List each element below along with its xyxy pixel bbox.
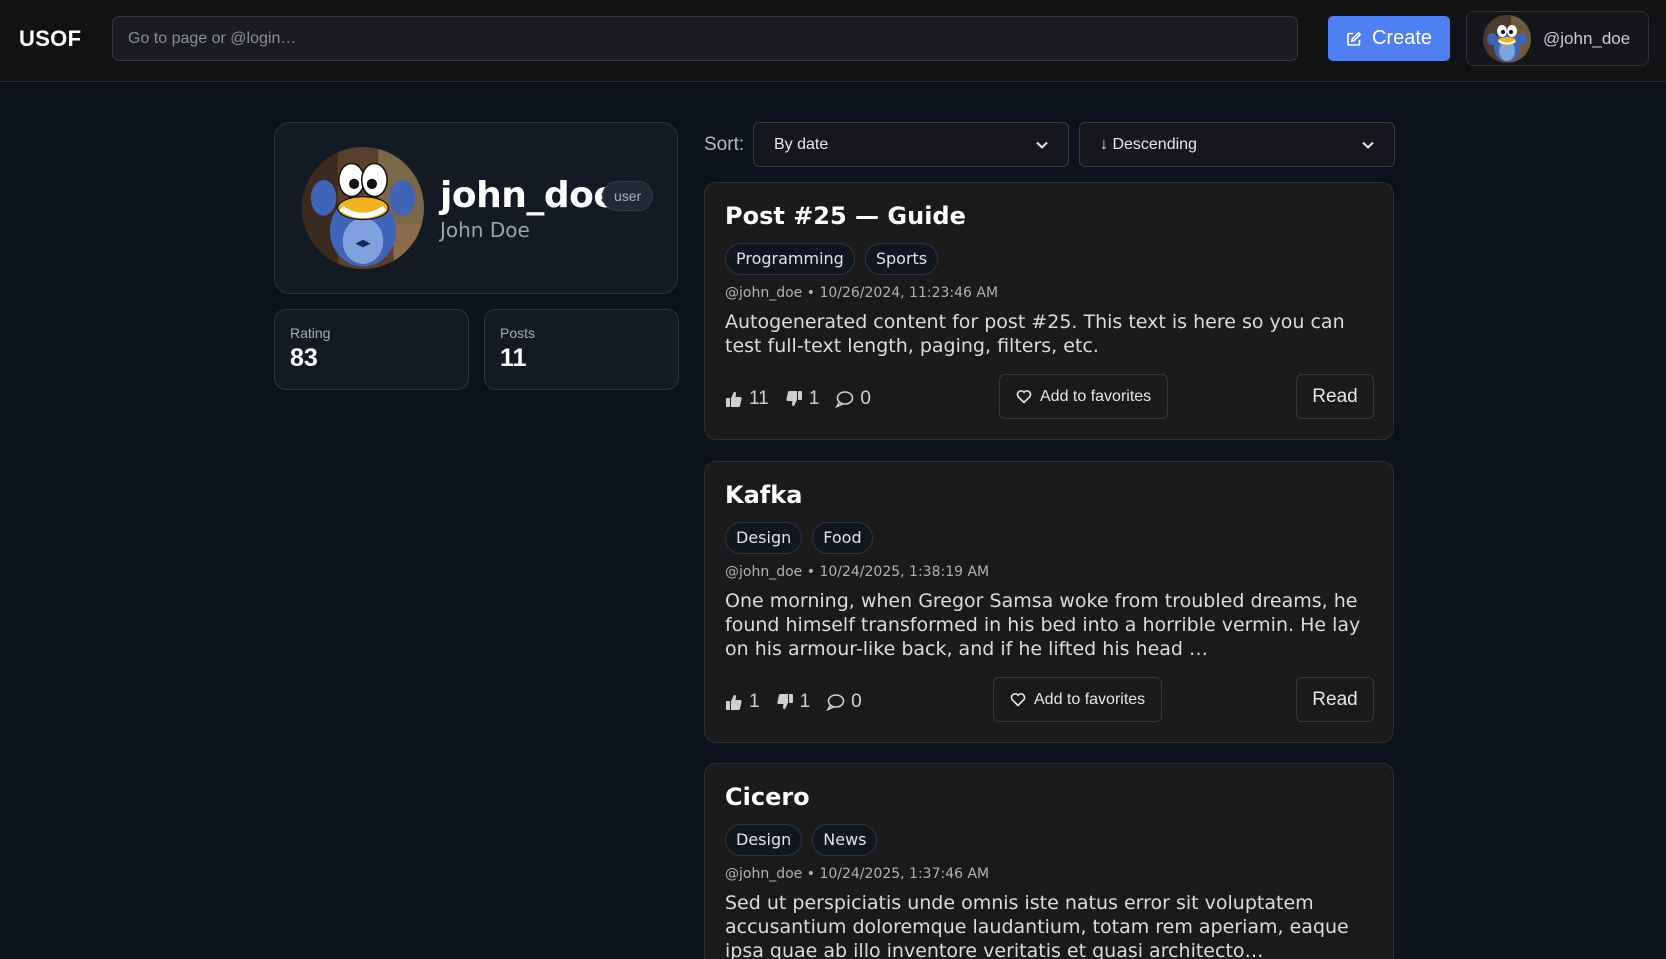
- heart-icon: [1010, 692, 1026, 707]
- add-to-favorites-button[interactable]: Add to favorites: [999, 374, 1169, 419]
- sort-field-value: By date: [774, 135, 829, 153]
- tag[interactable]: Design: [725, 824, 803, 856]
- like-button[interactable]: 11: [725, 388, 769, 410]
- avatar: [1483, 14, 1531, 63]
- post-title[interactable]: Post #25 — Guide: [725, 202, 966, 230]
- edit-icon: [1346, 31, 1362, 47]
- chevron-down-icon: [1036, 141, 1048, 149]
- post-author[interactable]: @john_doe: [725, 866, 802, 882]
- posts-label: Posts: [500, 325, 536, 341]
- post-reactions: 1 1 0: [725, 691, 862, 713]
- post-tags: Programming Sports: [725, 243, 939, 275]
- tag[interactable]: Sports: [864, 243, 939, 275]
- profile-card: john_doe user John Doe: [274, 122, 678, 294]
- comments-button[interactable]: 0: [826, 691, 862, 713]
- search-input[interactable]: [112, 16, 1298, 61]
- post-reactions: 11 1 0: [725, 388, 871, 410]
- read-button[interactable]: Read: [1296, 374, 1374, 419]
- like-count: 11: [749, 388, 769, 409]
- thumbs-up-icon: [725, 693, 743, 711]
- tag[interactable]: News: [812, 824, 878, 856]
- post-excerpt: Sed ut perspiciatis unde omnis iste natu…: [725, 892, 1349, 959]
- rating-stat: Rating 83: [274, 309, 469, 390]
- post-title[interactable]: Cicero: [725, 783, 810, 811]
- profile-avatar: [302, 147, 424, 269]
- post-author[interactable]: @john_doe: [725, 285, 802, 301]
- post-author[interactable]: @john_doe: [725, 564, 802, 580]
- like-count: 1: [749, 691, 760, 712]
- favorite-label: Add to favorites: [1040, 387, 1152, 405]
- profile-full-name: John Doe: [440, 218, 530, 242]
- user-menu-button[interactable]: @john_doe: [1466, 11, 1649, 66]
- post-card: Kafka Design Food @john_doe • 10/24/2025…: [704, 461, 1394, 743]
- top-bar: USOF Create: [0, 0, 1666, 82]
- create-button[interactable]: Create: [1328, 16, 1450, 61]
- dislike-button[interactable]: 1: [785, 388, 820, 410]
- post-meta: @john_doe • 10/24/2025, 1:37:46 AM: [725, 866, 990, 882]
- app-logo[interactable]: USOF: [19, 26, 81, 52]
- tag[interactable]: Design: [725, 522, 803, 554]
- comment-icon: [826, 693, 845, 711]
- post-meta: @john_doe • 10/24/2025, 1:38:19 AM: [725, 564, 990, 580]
- chevron-down-icon: [1362, 141, 1374, 149]
- heart-icon: [1016, 389, 1032, 404]
- dislike-count: 1: [799, 691, 811, 712]
- post-meta: @john_doe • 10/26/2024, 11:23:46 AM: [725, 285, 999, 301]
- read-button[interactable]: Read: [1296, 677, 1374, 722]
- dislike-button[interactable]: 1: [776, 691, 811, 713]
- posts-stat: Posts 11: [484, 309, 679, 390]
- dislike-count: 1: [808, 388, 820, 409]
- like-button[interactable]: 1: [725, 691, 760, 713]
- sort-label: Sort:: [704, 134, 745, 155]
- thumbs-down-icon: [776, 693, 794, 711]
- post-date: 10/24/2025, 1:38:19 AM: [819, 564, 990, 580]
- sort-order-select[interactable]: ↓ Descending: [1079, 122, 1395, 167]
- user-handle: @john_doe: [1543, 28, 1631, 48]
- role-badge: user: [602, 181, 654, 211]
- post-date: 10/24/2025, 1:37:46 AM: [819, 866, 990, 882]
- profile-username: john_doe: [440, 175, 618, 216]
- posts-value: 11: [500, 344, 527, 372]
- create-label: Create: [1371, 27, 1433, 49]
- post-excerpt: One morning, when Gregor Samsa woke from…: [725, 590, 1361, 660]
- rating-value: 83: [290, 344, 318, 372]
- sort-field-select[interactable]: By date: [753, 122, 1069, 167]
- favorite-label: Add to favorites: [1034, 690, 1146, 708]
- post-card: Post #25 — Guide Programming Sports @joh…: [704, 182, 1394, 440]
- comments-button[interactable]: 0: [835, 388, 871, 410]
- post-date: 10/26/2024, 11:23:46 AM: [819, 285, 999, 301]
- comment-count: 0: [851, 691, 862, 712]
- post-card: Cicero Design News @john_doe • 10/24/202…: [704, 763, 1394, 959]
- rating-label: Rating: [290, 325, 331, 341]
- post-title[interactable]: Kafka: [725, 481, 802, 509]
- post-excerpt: Autogenerated content for post #25. This…: [725, 311, 1345, 357]
- tag[interactable]: Food: [812, 522, 873, 554]
- thumbs-up-icon: [725, 390, 743, 408]
- sort-order-value: ↓ Descending: [1100, 135, 1197, 153]
- post-tags: Design Food: [725, 522, 873, 554]
- post-tags: Design News: [725, 824, 878, 856]
- comment-count: 0: [860, 388, 871, 409]
- thumbs-down-icon: [785, 390, 803, 408]
- tag[interactable]: Programming: [725, 243, 855, 275]
- comment-icon: [835, 390, 854, 408]
- add-to-favorites-button[interactable]: Add to favorites: [993, 677, 1163, 722]
